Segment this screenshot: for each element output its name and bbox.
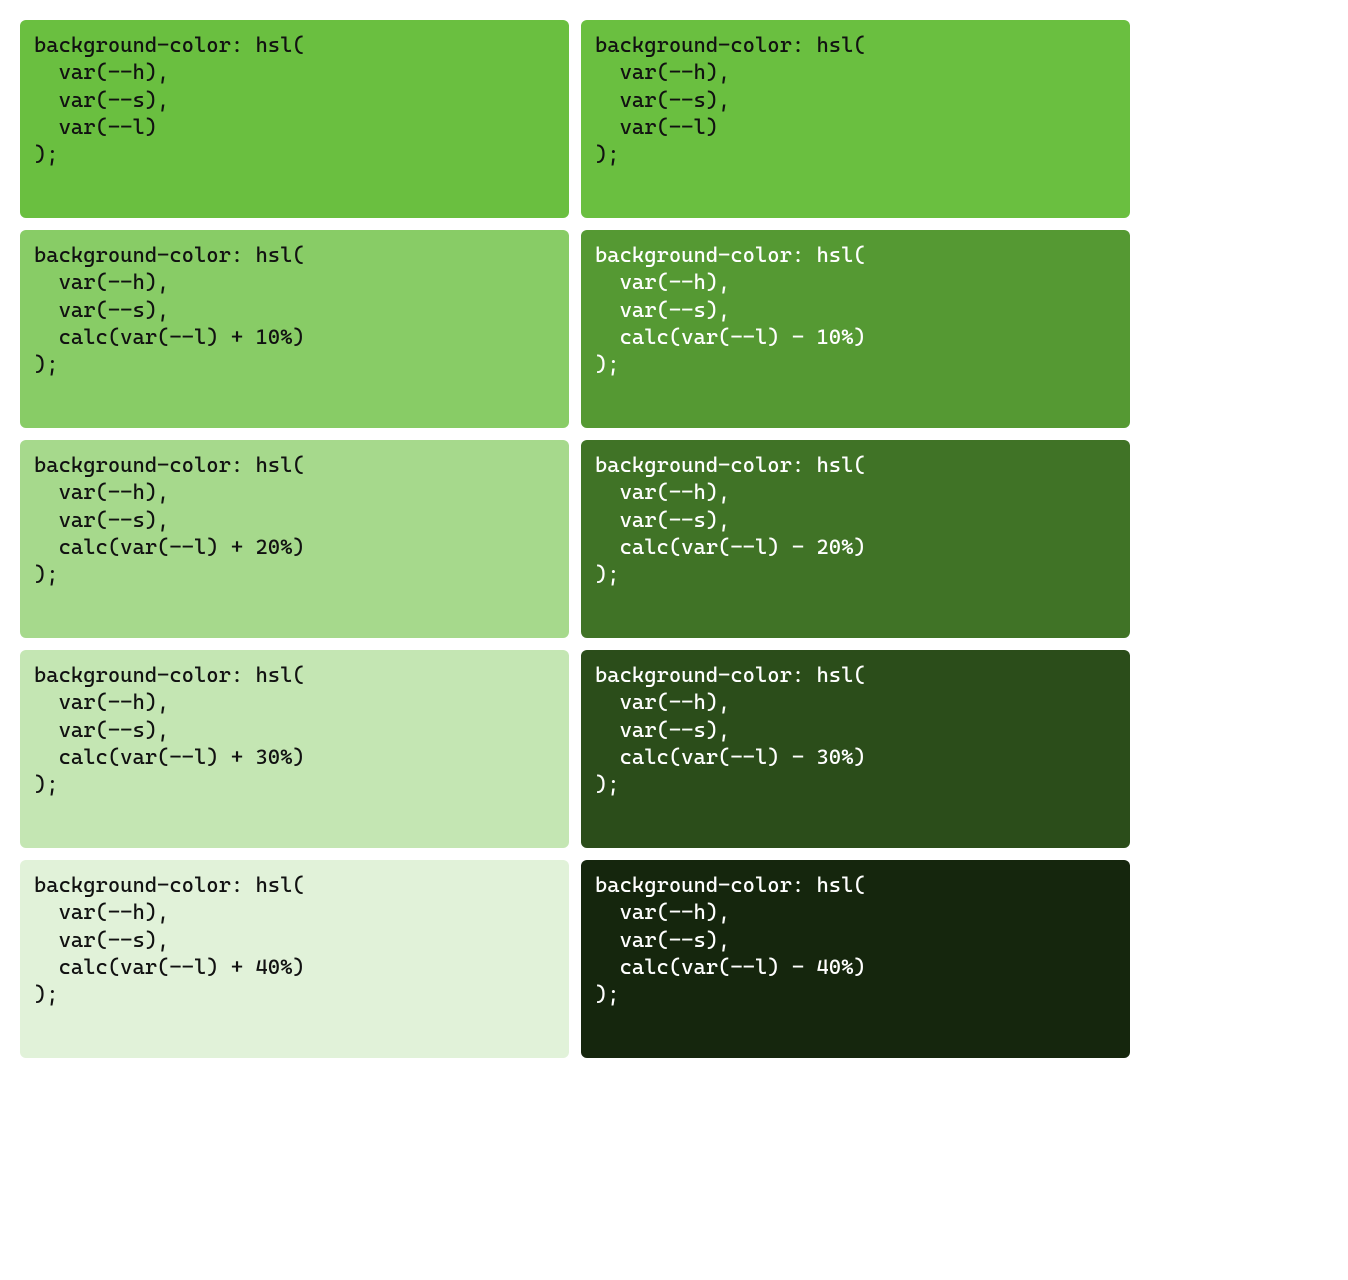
swatch-base-left: background-color: hsl( var(--h), var(--s…	[20, 20, 569, 218]
swatch-plus-20: background-color: hsl( var(--h), var(--s…	[20, 440, 569, 638]
swatch-minus-10: background-color: hsl( var(--h), var(--s…	[581, 230, 1130, 428]
swatch-minus-20: background-color: hsl( var(--h), var(--s…	[581, 440, 1130, 638]
swatch-minus-30: background-color: hsl( var(--h), var(--s…	[581, 650, 1130, 848]
swatch-grid: background-color: hsl( var(--h), var(--s…	[20, 20, 1130, 1058]
swatch-base-right: background-color: hsl( var(--h), var(--s…	[581, 20, 1130, 218]
swatch-plus-40: background-color: hsl( var(--h), var(--s…	[20, 860, 569, 1058]
swatch-minus-40: background-color: hsl( var(--h), var(--s…	[581, 860, 1130, 1058]
swatch-plus-10: background-color: hsl( var(--h), var(--s…	[20, 230, 569, 428]
swatch-plus-30: background-color: hsl( var(--h), var(--s…	[20, 650, 569, 848]
